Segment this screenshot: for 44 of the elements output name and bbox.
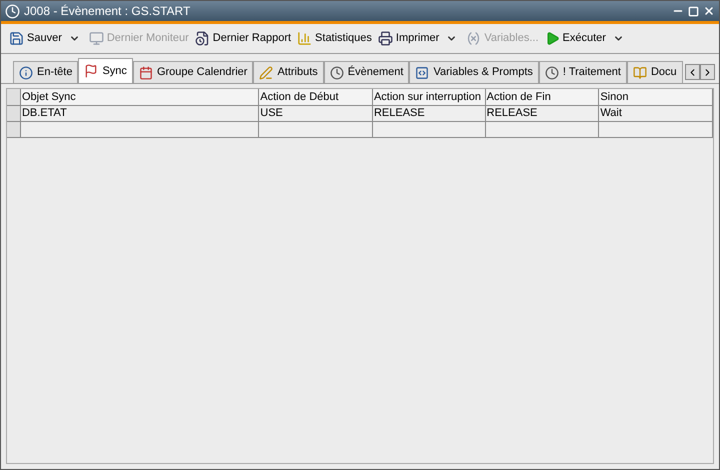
clock-icon — [330, 66, 344, 80]
table-cell: Wait — [599, 106, 713, 121]
doc-icon — [632, 66, 647, 80]
print-icon — [378, 31, 393, 46]
info-icon — [19, 66, 33, 80]
stats-icon — [297, 31, 312, 46]
clock-icon — [5, 4, 20, 18]
scroll-left-button[interactable] — [685, 64, 700, 80]
tab[interactable]: Sync — [78, 58, 133, 83]
save-icon — [9, 31, 24, 46]
column-header: Action de Début — [259, 89, 373, 105]
tab[interactable]: Évènement — [324, 61, 410, 83]
tab[interactable]: ! Traitement — [538, 61, 627, 83]
table-cell: RELEASE — [486, 106, 600, 121]
toolbar-button[interactable]: Imprimer — [378, 30, 440, 47]
column-header: Action de Fin — [486, 89, 600, 105]
maximize-icon[interactable] — [688, 6, 699, 16]
tab[interactable]: Docu — [626, 61, 683, 83]
column-header: Sinon — [599, 89, 713, 105]
table-cell: DB.ETAT — [20, 106, 260, 121]
edit-icon — [259, 66, 274, 80]
clock-icon — [544, 66, 559, 80]
report-icon — [194, 31, 210, 46]
vars-icon — [415, 66, 430, 80]
run-icon — [544, 31, 560, 46]
column-header: Action sur interruption — [372, 89, 486, 105]
variables-icon — [466, 31, 482, 46]
tab[interactable]: Groupe Calendrier — [132, 61, 254, 83]
table-cell: RELEASE — [372, 106, 486, 121]
scroll-right-button[interactable] — [700, 64, 715, 80]
toolbar-button[interactable]: Dernier Rapport — [194, 30, 292, 47]
tab[interactable]: En-tête — [13, 61, 78, 83]
table-cell: USE — [259, 106, 373, 121]
sync-icon — [84, 64, 98, 78]
toolbar-button[interactable]: Statistiques — [297, 30, 372, 47]
calendar-icon — [138, 66, 153, 80]
toolbar-button[interactable]: Sauver — [9, 30, 62, 47]
window-title: J008 - Évènement : GS.START — [24, 3, 190, 20]
close-icon[interactable] — [703, 5, 715, 17]
toolbar-button[interactable]: Exécuter — [544, 30, 606, 47]
column-header: Objet Sync — [20, 89, 260, 105]
tab[interactable]: Variables & Prompts — [409, 61, 539, 83]
tab[interactable]: Attributs — [253, 61, 324, 83]
monitor-icon — [88, 31, 104, 46]
